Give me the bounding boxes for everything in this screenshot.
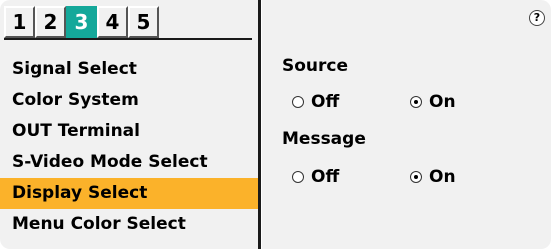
message-off-label: Off [311,167,340,187]
radio-selected-icon [410,96,422,108]
source-off-label: Off [311,92,340,112]
settings-menu: Signal Select Color System OUT Terminal … [0,54,258,240]
settings-panel: ? Source Off On Message Off On [262,0,551,249]
message-on-radio[interactable]: On [410,167,456,187]
source-on-label: On [429,92,456,112]
source-off-radio[interactable]: Off [292,92,339,112]
menu-item-out-terminal[interactable]: OUT Terminal [0,116,258,147]
menu-item-s-video-mode-select[interactable]: S-Video Mode Select [0,147,258,178]
tab-1[interactable]: 1 [4,6,35,38]
tab-4[interactable]: 4 [97,6,128,38]
help-icon[interactable]: ? [529,10,545,26]
message-on-label: On [429,167,456,187]
tab-5[interactable]: 5 [128,6,159,38]
menu-item-display-select[interactable]: Display Select [0,178,258,209]
message-off-radio[interactable]: Off [292,167,339,187]
menu-panel: 1 2 3 4 5 Signal Select Color System OUT… [0,0,261,249]
radio-selected-icon [410,171,422,183]
page-tabs: 1 2 3 4 5 [4,6,159,38]
menu-item-menu-color-select[interactable]: Menu Color Select [0,209,258,240]
message-radio-group: Off On [292,167,551,193]
tab-3[interactable]: 3 [66,6,97,38]
menu-item-signal-select[interactable]: Signal Select [0,54,258,85]
radio-unselected-icon [292,171,304,183]
radio-unselected-icon [292,96,304,108]
menu-item-color-system[interactable]: Color System [0,85,258,116]
tab-2[interactable]: 2 [35,6,66,38]
source-radio-group: Off On [292,92,551,118]
message-label: Message [282,129,366,149]
tabs-divider [4,38,252,40]
source-on-radio[interactable]: On [410,92,456,112]
source-label: Source [282,56,349,76]
